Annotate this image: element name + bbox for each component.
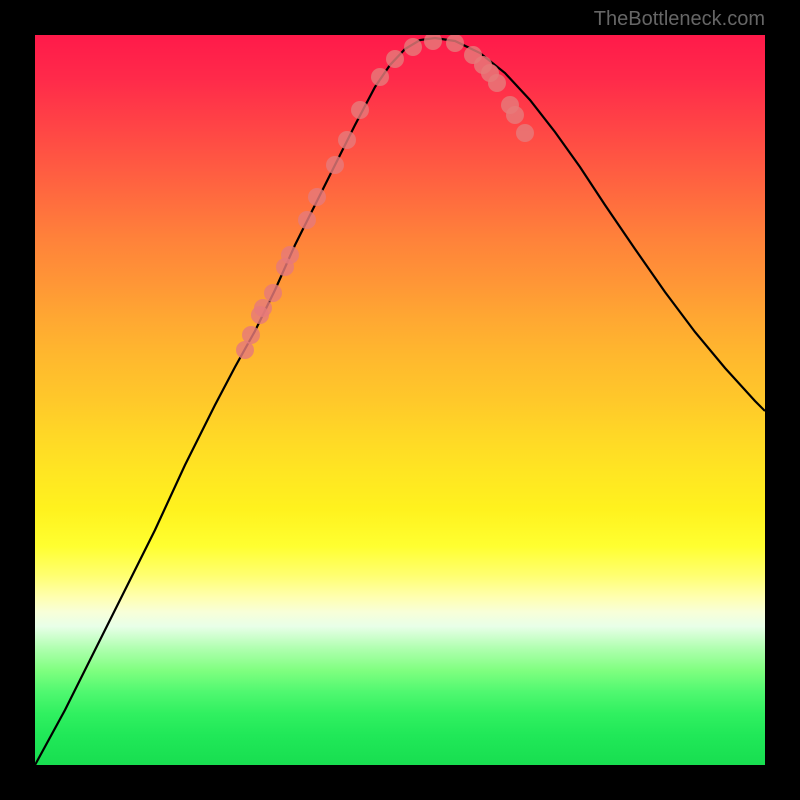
data-point [264,284,282,302]
data-point [281,246,299,264]
data-point [446,35,464,52]
data-point [326,156,344,174]
data-point [351,101,369,119]
data-point [371,68,389,86]
data-point [488,74,506,92]
chart-container: TheBottleneck.com [0,0,800,800]
data-point [404,38,422,56]
curve-group [35,38,765,765]
data-point [516,124,534,142]
data-point [242,326,260,344]
data-point [424,35,442,50]
attribution-text: TheBottleneck.com [594,8,765,31]
data-point [386,50,404,68]
bottleneck-curve [35,38,765,765]
data-point [298,211,316,229]
data-point [506,106,524,124]
data-point [308,188,326,206]
chart-svg [35,35,765,765]
data-point [254,299,272,317]
data-point [338,131,356,149]
plot-area [35,35,765,765]
scatter-group [236,35,534,359]
